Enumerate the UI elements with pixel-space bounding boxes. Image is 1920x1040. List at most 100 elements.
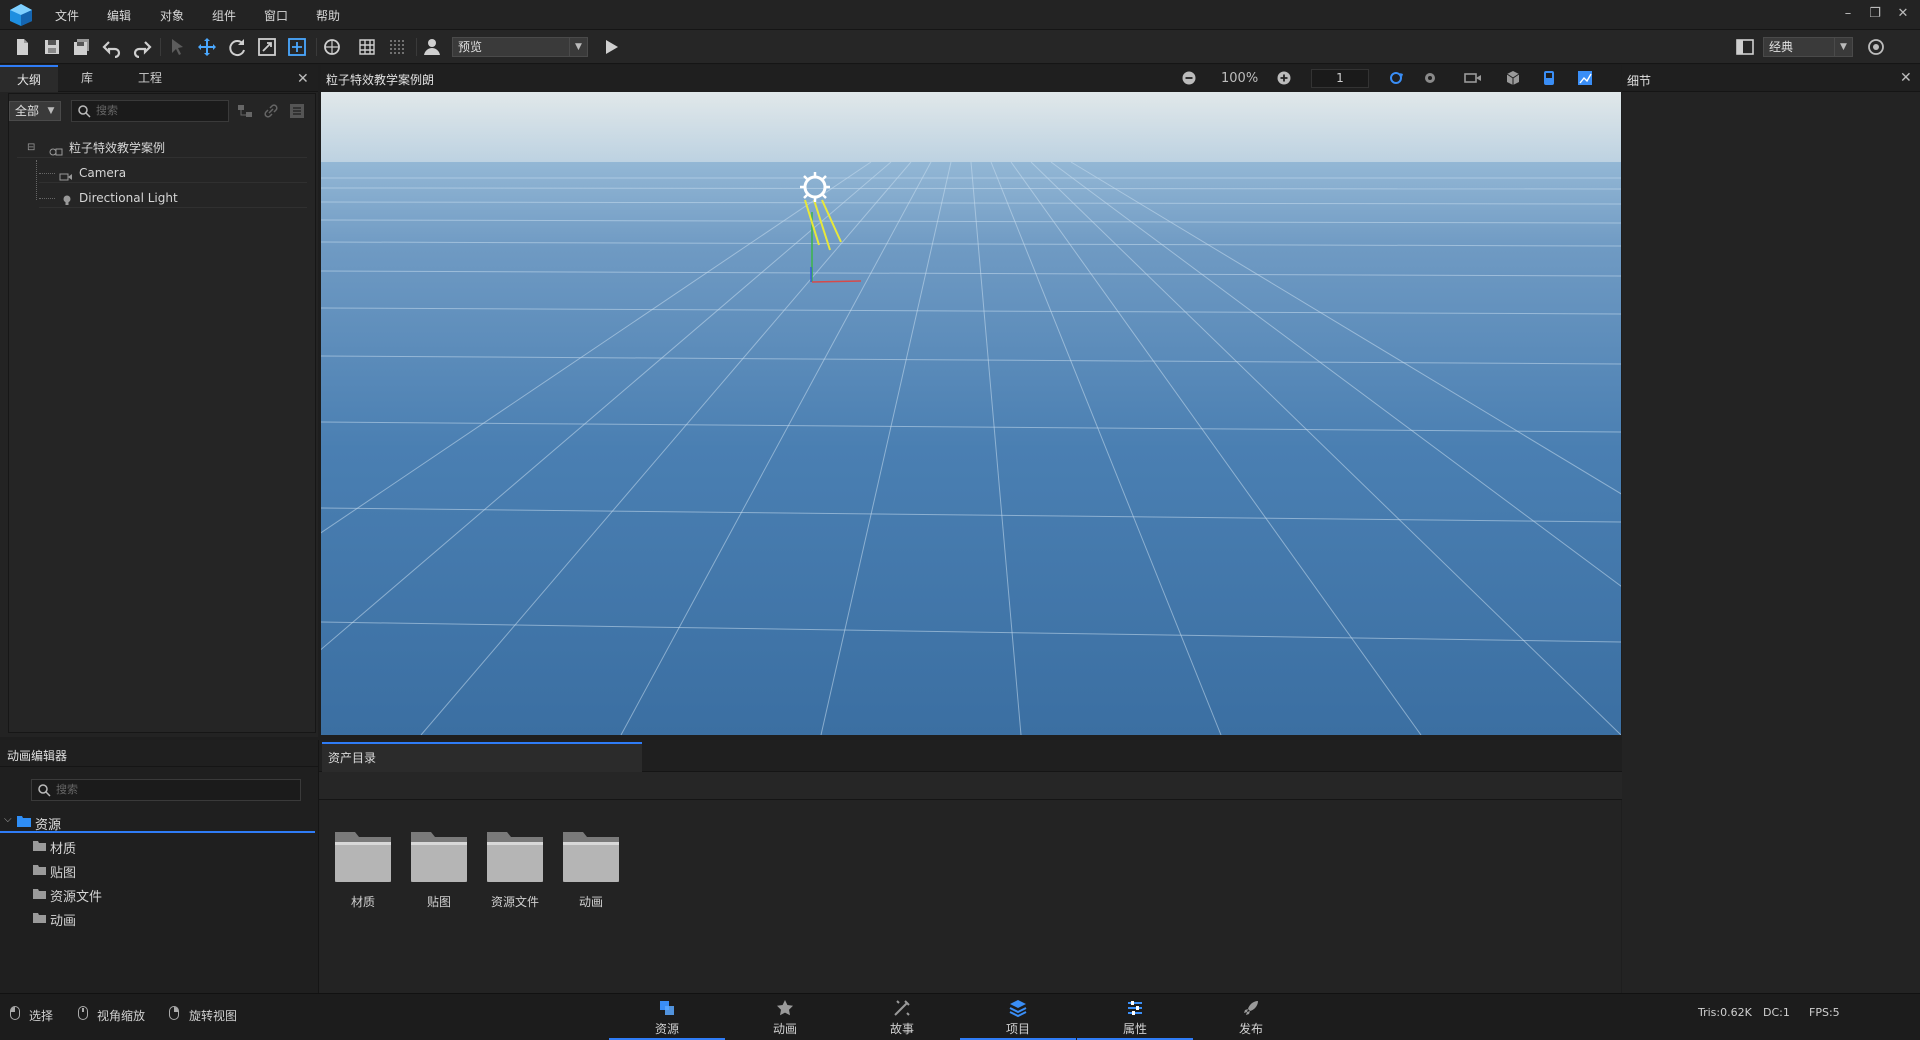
save-all-icon[interactable] bbox=[71, 36, 93, 58]
mode-select[interactable]: 预览 ▼ bbox=[452, 37, 588, 57]
chevron-down-icon: ▼ bbox=[1834, 38, 1852, 56]
frame-input[interactable]: 1 bbox=[1311, 69, 1369, 88]
close-icon[interactable]: ✕ bbox=[297, 71, 309, 87]
story-icon bbox=[892, 998, 912, 1018]
bottom-tab-animation[interactable]: 动画 bbox=[727, 994, 843, 1040]
menu-help[interactable]: 帮助 bbox=[316, 7, 340, 24]
folder-material-icon[interactable] bbox=[333, 828, 393, 884]
menu-window[interactable]: 窗口 bbox=[264, 7, 288, 24]
video-camera-icon[interactable] bbox=[1464, 70, 1482, 86]
bottom-tab-project[interactable]: 项目 bbox=[960, 994, 1076, 1040]
publish-icon bbox=[1241, 998, 1261, 1018]
folder-animation-icon[interactable] bbox=[561, 828, 621, 884]
save-icon[interactable] bbox=[41, 36, 63, 58]
add-node-icon[interactable] bbox=[237, 103, 253, 119]
bottom-tab-animation-label: 动画 bbox=[772, 1022, 797, 1036]
hint-rotate-view: 旋转视图 bbox=[189, 1009, 238, 1023]
outline-search-placeholder: 搜索 bbox=[96, 104, 118, 117]
rotate-tool-icon[interactable] bbox=[226, 36, 248, 58]
folder-open-icon bbox=[17, 815, 31, 827]
bottom-tab-publish[interactable]: 发布 bbox=[1193, 994, 1309, 1040]
tree-item-root[interactable]: ⊟ 粒子特效教学案例 bbox=[17, 138, 307, 158]
chevron-down-icon: ▼ bbox=[47, 106, 55, 116]
filter-select[interactable]: 全部 ▼ bbox=[9, 101, 61, 121]
cube-icon[interactable] bbox=[1505, 70, 1521, 86]
collapse-icon[interactable]: ⊟ bbox=[27, 138, 35, 158]
viewport-panel: 粒子特效教学案例朗 100% 1 bbox=[321, 65, 1621, 735]
gear-icon[interactable] bbox=[1422, 70, 1438, 86]
hint-select: 选择 bbox=[29, 1009, 54, 1023]
menu-edit[interactable]: 编辑 bbox=[107, 7, 131, 24]
folder-texture-icon[interactable] bbox=[409, 828, 469, 884]
fps-count: FPS:5 bbox=[1809, 1006, 1840, 1019]
tree-label-root: 粒子特效教学案例 bbox=[69, 141, 166, 155]
close-icon[interactable]: ✕ bbox=[1900, 70, 1912, 86]
tab-project[interactable]: 工程 bbox=[120, 65, 180, 92]
tris-count: Tris:0.62K bbox=[1698, 1006, 1752, 1019]
link-icon[interactable] bbox=[263, 103, 279, 119]
animation-editor-panel: 动画编辑器 搜索 ⌵ 资源 材质 贴图 资源文件 动画 bbox=[0, 740, 318, 993]
tree-item-animation[interactable]: 动画 bbox=[33, 909, 233, 929]
sync-icon[interactable] bbox=[1387, 70, 1405, 86]
tab-outline[interactable]: 大纲 bbox=[0, 65, 58, 92]
tree-label-directional-light: Directional Light bbox=[79, 191, 178, 205]
scale-tool-icon[interactable] bbox=[256, 36, 278, 58]
menu-component[interactable]: 组件 bbox=[212, 7, 236, 24]
minimize-icon[interactable]: – bbox=[1838, 6, 1858, 24]
viewport-title: 粒子特效教学案例朗 bbox=[326, 73, 435, 87]
list-icon[interactable] bbox=[289, 103, 305, 119]
bottom-tab-assets[interactable]: 资源 bbox=[609, 994, 725, 1040]
tab-asset-directory[interactable]: 资产目录 bbox=[322, 742, 642, 772]
mouse-wheel-icon bbox=[78, 1006, 88, 1020]
zoom-level: 100% bbox=[1221, 71, 1259, 86]
layout-select[interactable]: 经典 ▼ bbox=[1763, 37, 1853, 57]
bottom-tab-story[interactable]: 故事 bbox=[844, 994, 960, 1040]
settings-icon[interactable] bbox=[1865, 36, 1887, 58]
scene-icon bbox=[49, 143, 63, 156]
zoom-in-icon[interactable] bbox=[1276, 70, 1292, 86]
tree-item-material[interactable]: 材质 bbox=[33, 837, 233, 857]
close-icon[interactable]: ✕ bbox=[1893, 6, 1913, 24]
tree-item-resource-files[interactable]: 资源文件 bbox=[33, 885, 233, 905]
folder-resource-files-icon[interactable] bbox=[485, 828, 545, 884]
zoom-out-icon[interactable] bbox=[1181, 70, 1197, 86]
new-file-icon[interactable] bbox=[11, 36, 33, 58]
tree-item-assets-root[interactable]: ⌵ 资源 bbox=[0, 811, 315, 833]
move-tool-icon[interactable] bbox=[196, 36, 218, 58]
toolbar: 预览 ▼ 经典 ▼ bbox=[0, 30, 1920, 64]
folder-icon bbox=[33, 840, 46, 851]
properties-icon bbox=[1125, 998, 1145, 1018]
scene-canvas[interactable] bbox=[321, 92, 1621, 735]
tab-library[interactable]: 库 bbox=[58, 65, 116, 92]
restore-icon[interactable]: ❐ bbox=[1865, 6, 1885, 24]
menu-object[interactable]: 对象 bbox=[160, 7, 184, 24]
search-icon bbox=[37, 783, 51, 797]
snap-icon[interactable] bbox=[321, 36, 343, 58]
asset-tree-search-placeholder: 搜索 bbox=[56, 783, 78, 796]
select-arrow-icon[interactable] bbox=[166, 36, 188, 58]
bottom-tab-properties[interactable]: 属性 bbox=[1077, 994, 1193, 1040]
tree-item-directional-light[interactable]: Directional Light bbox=[39, 188, 307, 208]
chart-view-icon[interactable] bbox=[1577, 70, 1593, 86]
asset-tree-search-input[interactable]: 搜索 bbox=[31, 779, 301, 801]
viewport-header: 粒子特效教学案例朗 100% 1 bbox=[321, 65, 1621, 92]
layout-icon[interactable] bbox=[1734, 36, 1756, 58]
outline-search-input[interactable]: 搜索 bbox=[71, 100, 229, 122]
dot-grid-icon[interactable] bbox=[386, 36, 408, 58]
outline-tabbar: 大纲 库 工程 ✕ bbox=[0, 65, 318, 92]
tree-item-camera[interactable]: Camera bbox=[39, 163, 307, 183]
app-logo-icon bbox=[8, 3, 34, 27]
tree-item-texture[interactable]: 贴图 bbox=[33, 861, 233, 881]
asset-icon bbox=[657, 998, 677, 1018]
grid-icon[interactable] bbox=[356, 36, 378, 58]
play-icon[interactable] bbox=[600, 36, 622, 58]
menu-file[interactable]: 文件 bbox=[55, 7, 79, 24]
transform-tool-icon[interactable] bbox=[286, 36, 308, 58]
user-icon[interactable] bbox=[421, 36, 443, 58]
perspective-view-icon[interactable] bbox=[1541, 70, 1557, 86]
draw-call-count: DC:1 bbox=[1763, 1006, 1790, 1019]
undo-icon[interactable] bbox=[101, 36, 123, 59]
redo-icon[interactable] bbox=[131, 36, 153, 59]
animation-editor-header: 动画编辑器 bbox=[0, 740, 318, 767]
chevron-down-icon[interactable]: ⌵ bbox=[4, 814, 12, 825]
